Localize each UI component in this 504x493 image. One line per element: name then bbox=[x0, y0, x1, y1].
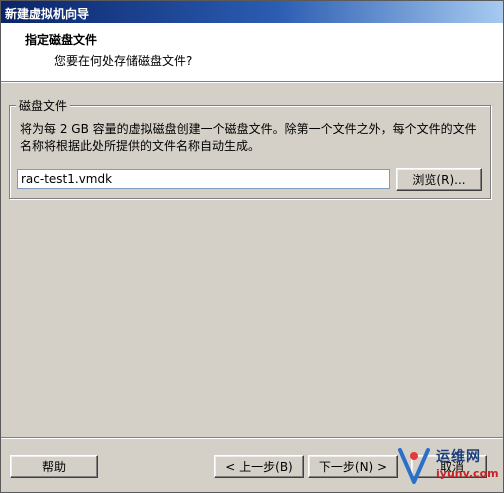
browse-button[interactable]: 浏览(R)... bbox=[396, 168, 482, 191]
header-divider bbox=[1, 81, 503, 83]
wizard-header: 指定磁盘文件 您要在何处存储磁盘文件? bbox=[1, 23, 503, 81]
disk-file-group-label: 磁盘文件 bbox=[16, 97, 71, 114]
title-bar[interactable]: 新建虚拟机向导 bbox=[1, 1, 503, 23]
cancel-button[interactable]: 取消 bbox=[411, 455, 487, 478]
help-button[interactable]: 帮助 bbox=[10, 455, 98, 478]
back-button[interactable]: < 上一步(B) bbox=[214, 455, 304, 478]
page-title: 指定磁盘文件 bbox=[25, 33, 98, 47]
page-subtitle: 您要在何处存储磁盘文件? bbox=[54, 54, 193, 68]
window-title: 新建虚拟机向导 bbox=[5, 7, 90, 21]
disk-file-path-input[interactable] bbox=[17, 169, 390, 189]
footer-divider bbox=[1, 437, 503, 439]
next-button[interactable]: 下一步(N) > bbox=[308, 455, 398, 478]
disk-file-description: 将为每 2 GB 容量的虚拟磁盘创建一个磁盘文件。除第一个文件之外，每个文件的文… bbox=[20, 122, 477, 153]
new-vm-wizard-dialog: 新建虚拟机向导 指定磁盘文件 您要在何处存储磁盘文件? 磁盘文件 将为每 2 G… bbox=[0, 0, 504, 493]
